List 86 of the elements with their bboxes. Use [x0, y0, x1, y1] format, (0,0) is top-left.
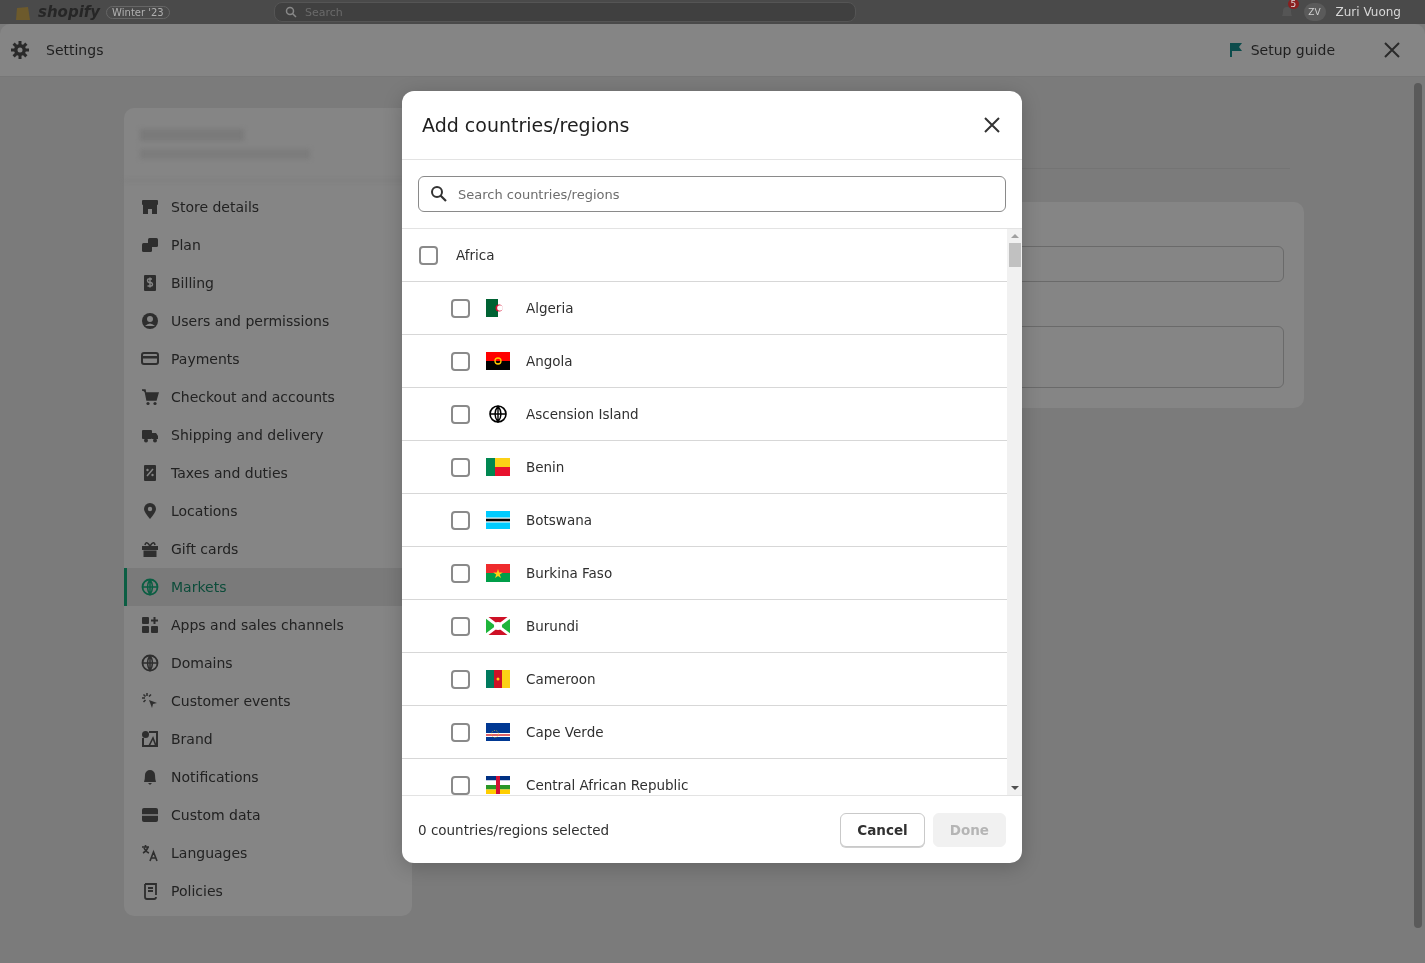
- country-label: Burkina Faso: [526, 565, 613, 581]
- document-icon: [141, 882, 159, 900]
- flag-icon: [486, 723, 510, 741]
- sidebar-item[interactable]: Checkout and accounts: [124, 378, 412, 416]
- sidebar-item[interactable]: Domains: [124, 644, 412, 682]
- sidebar-item[interactable]: Taxes and duties: [124, 454, 412, 492]
- bell-icon: [141, 768, 159, 786]
- sidebar-item[interactable]: Languages: [124, 834, 412, 872]
- checkbox[interactable]: [451, 351, 470, 371]
- user-name[interactable]: Zuri Vuong: [1335, 5, 1401, 19]
- country-label: Botswana: [526, 512, 592, 528]
- apps-icon: [141, 616, 159, 634]
- scroll-thumb[interactable]: [1413, 83, 1422, 928]
- card-icon: [141, 350, 159, 368]
- checkbox[interactable]: [451, 775, 470, 795]
- country-label: Benin: [526, 459, 565, 475]
- checkbox[interactable]: [451, 563, 470, 583]
- sidebar-item[interactable]: Gift cards: [124, 530, 412, 568]
- scrollbar-track[interactable]: [1007, 229, 1022, 795]
- search-field[interactable]: Search countries/regions: [418, 176, 1006, 212]
- sidebar-item[interactable]: Brand: [124, 720, 412, 758]
- flag-icon: [486, 352, 510, 370]
- globe-icon: [486, 405, 510, 423]
- country-label: Angola: [526, 353, 573, 369]
- sidebar-item[interactable]: Custom data: [124, 796, 412, 834]
- country-label: Central African Republic: [526, 777, 689, 793]
- translate-icon: [141, 844, 159, 862]
- search-icon: [285, 6, 297, 18]
- globe-icon: [141, 578, 159, 596]
- gift-icon: [141, 540, 159, 558]
- receipt-icon: [141, 274, 159, 292]
- person-icon: [141, 312, 159, 330]
- pin-icon: [141, 502, 159, 520]
- user-avatar[interactable]: ZV: [1303, 3, 1326, 21]
- sidebar-item[interactable]: Shipping and delivery: [124, 416, 412, 454]
- checkbox[interactable]: [451, 669, 470, 689]
- flag-icon: [1228, 42, 1243, 58]
- checkbox[interactable]: [419, 245, 438, 265]
- sidebar-item[interactable]: Notifications: [124, 758, 412, 796]
- checkbox[interactable]: [451, 510, 470, 530]
- sidebar-item[interactable]: Payments: [124, 340, 412, 378]
- sidebar-item[interactable]: Plan: [124, 226, 412, 264]
- checkbox[interactable]: [451, 616, 470, 636]
- sidebar-item[interactable]: Apps and sales channels: [124, 606, 412, 644]
- checkbox[interactable]: [451, 457, 470, 477]
- sidebar-item[interactable]: Customer events: [124, 682, 412, 720]
- sidebar-item[interactable]: Billing: [124, 264, 412, 302]
- sidebar-item[interactable]: Policies: [124, 872, 412, 910]
- country-label: Cameroon: [526, 671, 596, 687]
- checkbox[interactable]: [451, 298, 470, 318]
- region-label: Africa: [456, 247, 495, 263]
- country-label: Burundi: [526, 618, 579, 634]
- scroll-thumb[interactable]: [1008, 243, 1021, 267]
- selection-summary: 0 countries/regions selected: [418, 821, 610, 838]
- flag-icon: [486, 617, 510, 635]
- tax-icon: [141, 464, 159, 482]
- dialog-title: Add countries/regions: [422, 114, 630, 136]
- cancel-button[interactable]: Cancel: [840, 812, 925, 847]
- search-icon: [430, 185, 448, 203]
- scroll-up-icon[interactable]: [1010, 233, 1019, 239]
- country-label: Algeria: [526, 300, 574, 316]
- data-icon: [141, 806, 159, 824]
- plan-icon: [141, 236, 159, 254]
- brand-icon: [141, 730, 159, 748]
- notification-badge: 5: [1287, 0, 1300, 9]
- sidebar-item[interactable]: Store details: [124, 188, 412, 226]
- sidebar-item[interactable]: Locations: [124, 492, 412, 530]
- sidebar-item[interactable]: Users and permissions: [124, 302, 412, 340]
- checkbox[interactable]: [451, 404, 470, 424]
- globe-icon: [141, 654, 159, 672]
- scroll-down-icon[interactable]: [1010, 785, 1019, 791]
- setup-guide-link[interactable]: Setup guide: [1226, 38, 1337, 62]
- country-label: Cape Verde: [526, 724, 604, 740]
- flag-icon: [486, 776, 510, 794]
- flag-icon: [486, 564, 510, 582]
- flag-icon: [486, 458, 510, 476]
- cart-icon: [141, 388, 159, 406]
- checkbox[interactable]: [451, 722, 470, 742]
- cursor-icon: [141, 692, 159, 710]
- settings-title: Settings: [46, 42, 104, 58]
- settings-icon: [10, 40, 30, 60]
- flag-icon: [486, 670, 510, 688]
- close-icon[interactable]: [982, 115, 1002, 135]
- country-label: Ascension Island: [526, 406, 639, 422]
- store-icon: [141, 198, 159, 216]
- flag-icon: [486, 511, 510, 529]
